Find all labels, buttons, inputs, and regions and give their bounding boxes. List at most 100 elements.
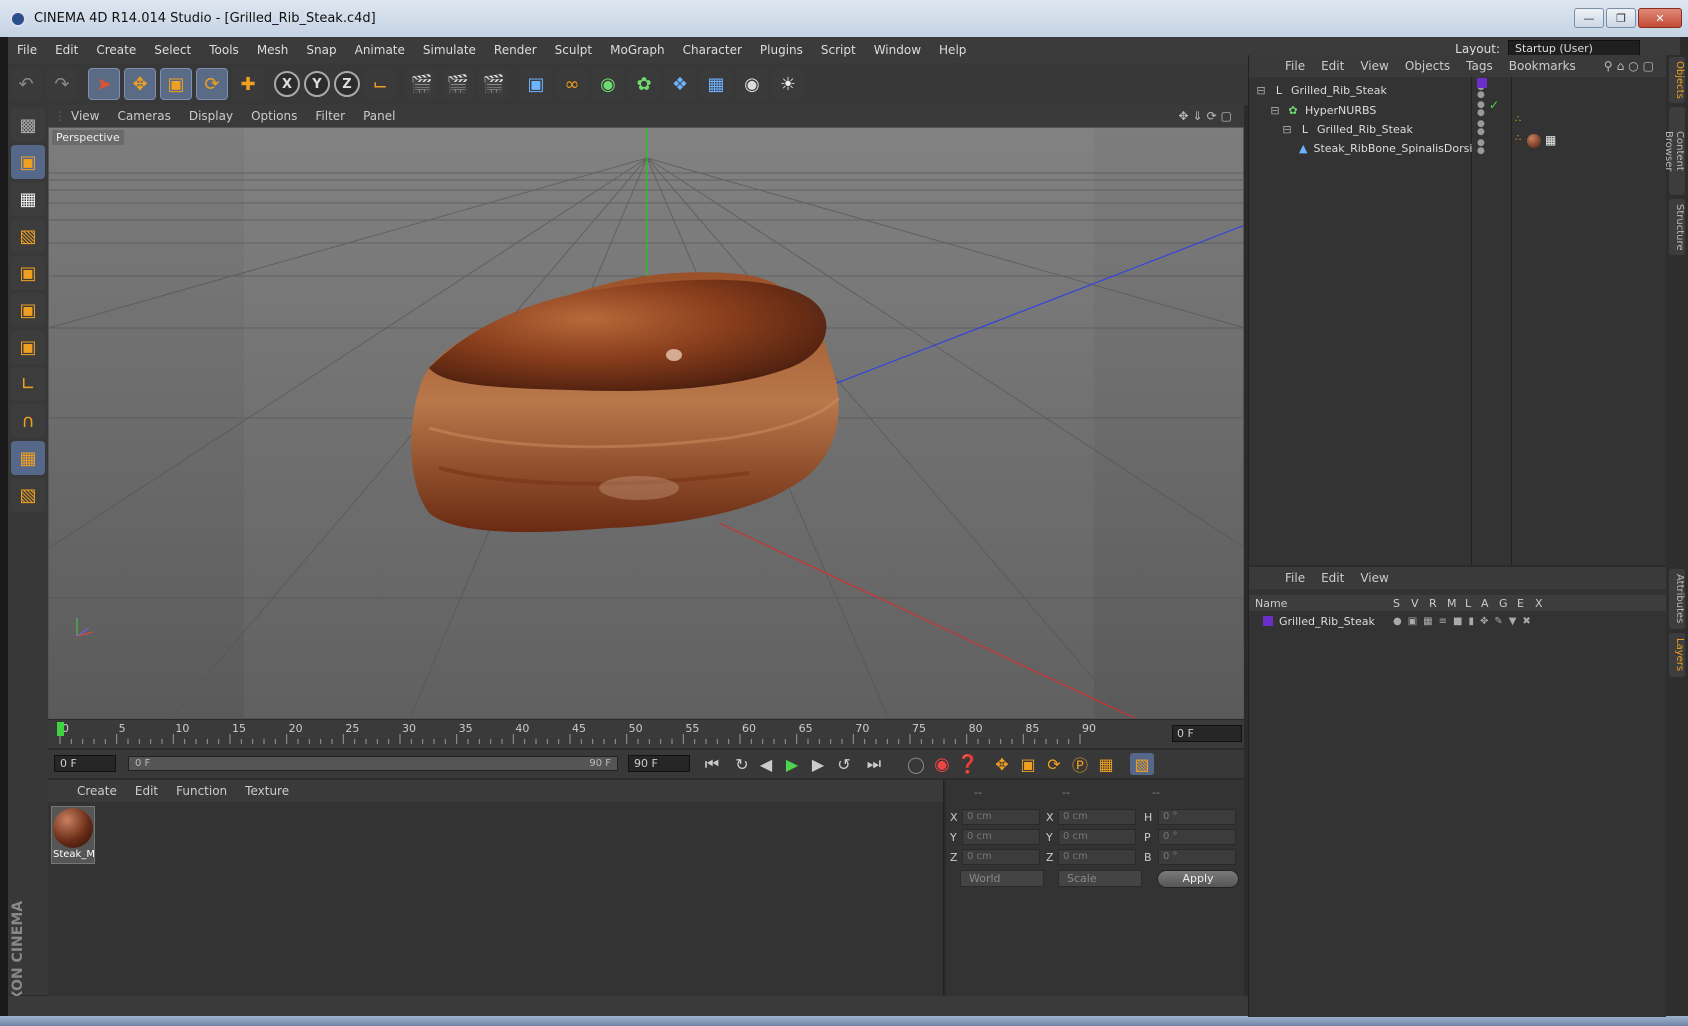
current-frame-field[interactable]: 0 F (1172, 725, 1242, 742)
play-icon[interactable]: ▶ (780, 753, 804, 775)
menu-window[interactable]: Window (865, 43, 930, 57)
menu-script[interactable]: Script (812, 43, 865, 57)
phong-tag-icon[interactable]: ∴ (1515, 133, 1521, 144)
layer-toggle-icons[interactable]: ●▣▦≡■▮✥✎▼✖ (1393, 616, 1537, 627)
workplane-mode-icon[interactable]: ▧ (11, 219, 45, 253)
tree-item-group[interactable]: ⊟ L Grilled_Rib_Steak (1281, 120, 1471, 138)
render-to-picture-viewer-icon[interactable]: 🎬 (442, 68, 474, 100)
menu-snap[interactable]: Snap (297, 43, 345, 57)
rotation-b-field[interactable]: 0 ° (1158, 849, 1236, 865)
material-menu-create[interactable]: Create (68, 784, 126, 798)
objects-menu-file[interactable]: File (1277, 59, 1313, 73)
menu-mograph[interactable]: MoGraph (601, 43, 674, 57)
viewport-menu-options[interactable]: Options (242, 109, 306, 123)
collapse-icon[interactable]: ⊟ (1281, 123, 1293, 136)
menu-animate[interactable]: Animate (346, 43, 414, 57)
camera-icon[interactable]: ◉ (736, 68, 768, 100)
menu-help[interactable]: Help (930, 43, 975, 57)
position-z-field[interactable]: 0 cm (962, 849, 1040, 865)
objects-menu-edit[interactable]: Edit (1313, 59, 1352, 73)
timeline-ruler[interactable]: 0 5 10 15 20 25 30 35 40 45 50 55 60 65 70 75 80 85 90 (48, 720, 1244, 748)
tab-content-browser[interactable]: Content Browser (1663, 107, 1685, 195)
size-z-field[interactable]: 0 cm (1058, 849, 1136, 865)
edges-mode-icon[interactable]: ▣ (11, 293, 45, 327)
nurbs-icon[interactable]: ◉ (592, 68, 624, 100)
x-axis-lock-icon[interactable]: X (274, 71, 300, 97)
planar-workplane-icon[interactable]: ▧ (11, 478, 45, 512)
tree-item-root[interactable]: ⊟ L Grilled_Rib_Steak (1255, 81, 1475, 99)
layer-row[interactable]: Grilled_Rib_Steak ●▣▦≡■▮✥✎▼✖ (1263, 612, 1663, 630)
key-rotation-icon[interactable]: ⟳ (1042, 753, 1066, 775)
go-to-end-icon[interactable]: ⏭ (862, 753, 886, 775)
tab-attributes[interactable]: Attributes (1669, 569, 1685, 629)
deformer-icon[interactable]: ❖ (664, 68, 696, 100)
playhead[interactable] (57, 722, 64, 736)
material-menu-texture[interactable]: Texture (236, 784, 298, 798)
previous-key-icon[interactable]: ↻ (730, 753, 754, 775)
snap-icon[interactable]: ∩ (11, 404, 45, 438)
rotation-p-field[interactable]: 0 ° (1158, 829, 1236, 845)
polygons-mode-icon[interactable]: ▣ (11, 330, 45, 364)
coordinate-mode-dropdown[interactable]: World (960, 870, 1044, 887)
next-frame-icon[interactable]: ▶ (806, 753, 830, 775)
material-tag-icon[interactable] (1527, 134, 1541, 148)
cube-icon[interactable]: ▣ (520, 68, 552, 100)
tab-layers[interactable]: Layers (1669, 633, 1685, 677)
viewport-menu-filter[interactable]: Filter (306, 109, 354, 123)
next-key-icon[interactable]: ↺ (832, 753, 856, 775)
object-search-icon[interactable]: ⚲⌂○▢ (1604, 59, 1658, 73)
menu-plugins[interactable]: Plugins (751, 43, 812, 57)
y-axis-lock-icon[interactable]: Y (304, 71, 330, 97)
recent-tool-icon[interactable]: ✚ (232, 68, 264, 100)
previous-frame-icon[interactable]: ◀ (754, 753, 778, 775)
redo-icon[interactable]: ↷ (46, 68, 78, 100)
visibility-dots[interactable]: ●● (1477, 139, 1485, 156)
keyframe-selection-icon[interactable]: ❓ (956, 753, 980, 775)
menu-render[interactable]: Render (485, 43, 546, 57)
transform-mode-dropdown[interactable]: Scale (1058, 870, 1142, 887)
render-view-icon[interactable]: 🎬 (406, 68, 438, 100)
key-scale-icon[interactable]: ▣ (1016, 753, 1040, 775)
rotation-h-field[interactable]: 0 ° (1158, 809, 1236, 825)
material-swatch[interactable]: Steak_M (51, 806, 95, 864)
autokey-icon[interactable]: ◉ (930, 753, 954, 775)
objects-menu-bookmarks[interactable]: Bookmarks (1501, 59, 1584, 73)
position-y-field[interactable]: 0 cm (962, 829, 1040, 845)
menu-character[interactable]: Character (674, 43, 751, 57)
viewport-menu-panel[interactable]: Panel (354, 109, 404, 123)
tree-item-mesh[interactable]: ▲ Steak_RibBone_SpinalisDorsi (1299, 139, 1472, 157)
material-menu-edit[interactable]: Edit (126, 784, 167, 798)
tree-item-hypernurbs[interactable]: ⊟ ✿ HyperNURBS (1269, 101, 1474, 119)
collapse-icon[interactable]: ⊟ (1255, 84, 1267, 97)
layers-menu-view[interactable]: View (1352, 571, 1396, 585)
layer-color-swatch[interactable] (1263, 616, 1273, 626)
menu-select[interactable]: Select (145, 43, 200, 57)
layers-menu-file[interactable]: File (1277, 571, 1313, 585)
key-pla-icon[interactable]: ▦ (1094, 753, 1118, 775)
timeline-icon[interactable]: ▧ (1130, 753, 1154, 775)
light-icon[interactable]: ☀ (772, 68, 804, 100)
model-mode-icon[interactable]: ▣ (11, 145, 45, 179)
viewport-menu-display[interactable]: Display (180, 109, 242, 123)
tab-structure[interactable]: Structure (1669, 199, 1685, 255)
go-to-start-icon[interactable]: ⏮ (700, 753, 724, 775)
layers-menu-edit[interactable]: Edit (1313, 571, 1352, 585)
spline-icon[interactable]: ∞ (556, 68, 588, 100)
rotate-icon[interactable]: ⟳ (196, 68, 228, 100)
make-editable-icon[interactable]: ▩ (11, 108, 45, 142)
collapse-icon[interactable]: ⊟ (1269, 104, 1281, 117)
axis-mode-icon[interactable]: ∟ (11, 367, 45, 401)
frame-range-slider[interactable]: 0 F 90 F (128, 756, 618, 771)
array-icon[interactable]: ✿ (628, 68, 660, 100)
size-x-field[interactable]: 0 cm (1058, 809, 1136, 825)
texture-mode-icon[interactable]: ▦ (11, 182, 45, 216)
move-icon[interactable]: ✥ (124, 68, 156, 100)
menu-sculpt[interactable]: Sculpt (546, 43, 601, 57)
menu-mesh[interactable]: Mesh (248, 43, 298, 57)
end-frame-field[interactable]: 90 F (628, 755, 690, 772)
record-active-icon[interactable]: ◯ (904, 753, 928, 775)
menu-simulate[interactable]: Simulate (414, 43, 485, 57)
floor-icon[interactable]: ▦ (700, 68, 732, 100)
menu-edit[interactable]: Edit (46, 43, 87, 57)
render-settings-icon[interactable]: 🎬 (478, 68, 510, 100)
